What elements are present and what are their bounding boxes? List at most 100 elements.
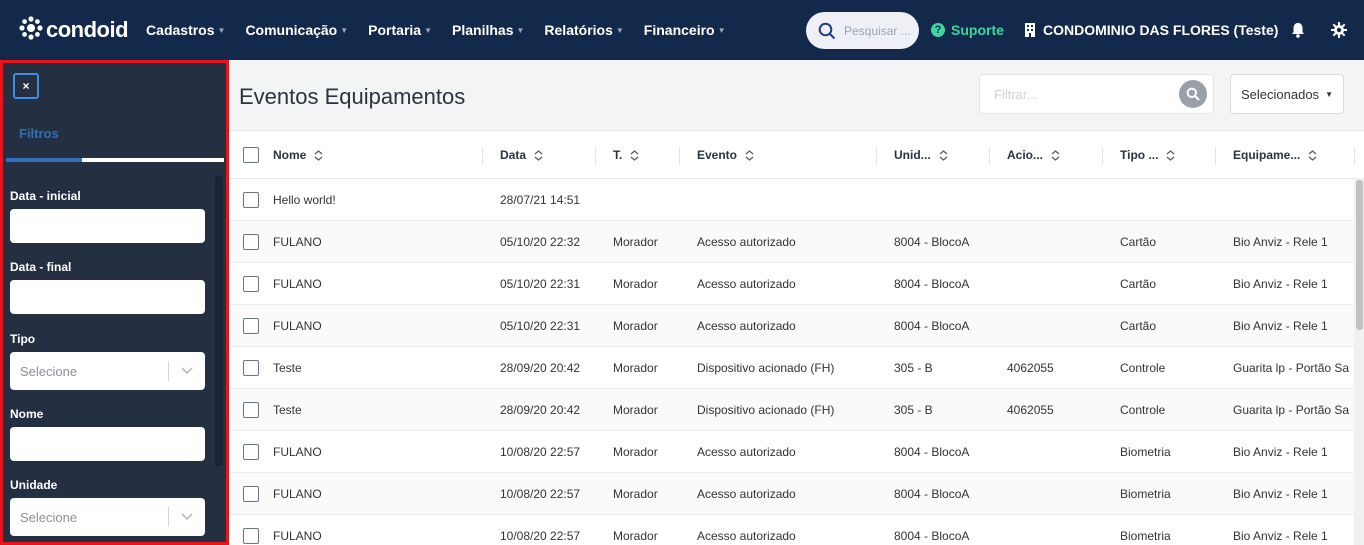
table-row[interactable]: FULANO 05/10/20 22:31 Morador Acesso autori… bbox=[229, 263, 1364, 305]
sort-icon bbox=[1308, 149, 1317, 161]
row-checkbox[interactable] bbox=[243, 444, 259, 460]
table-cell: Hello world! bbox=[273, 193, 336, 207]
table-row[interactable]: Hello world! 28/07/21 14:51 bbox=[229, 179, 1364, 221]
condo-selector[interactable]: CONDOMINIO DAS FLORES (Teste) bbox=[1024, 22, 1278, 38]
column-header-equipamento[interactable]: Equipame... bbox=[1233, 148, 1317, 162]
select-all-checkbox[interactable] bbox=[243, 147, 259, 163]
logo[interactable]: condoid bbox=[18, 15, 129, 46]
table-cell: Bio Anviz - Rele 1 bbox=[1233, 487, 1328, 501]
table-cell: 8004 - BlocoA bbox=[894, 319, 970, 333]
table-row[interactable]: FULANO 05/10/20 22:32 Morador Acesso autori… bbox=[229, 221, 1364, 263]
table-cell: Acesso autorizado bbox=[697, 319, 796, 333]
help-icon: ? bbox=[931, 23, 945, 37]
table-cell: Morador bbox=[613, 403, 658, 417]
table-cell: Morador bbox=[613, 361, 658, 375]
column-divider bbox=[595, 147, 596, 165]
tab-filtros[interactable]: Filtros bbox=[19, 126, 59, 141]
table-cell: Morador bbox=[613, 277, 658, 291]
sort-icon bbox=[1166, 149, 1175, 161]
table-cell: Biometria bbox=[1120, 529, 1171, 543]
tab-divider bbox=[82, 158, 224, 162]
table-cell: 05/10/20 22:31 bbox=[500, 277, 581, 291]
table-cell: Cartão bbox=[1120, 277, 1157, 291]
table-row[interactable]: Teste 28/09/20 20:42 Morador Dispositivo ac… bbox=[229, 347, 1364, 389]
gear-icon[interactable] bbox=[1331, 22, 1347, 43]
global-search[interactable]: Pesquisar ... bbox=[806, 12, 919, 49]
nav-label: Relatórios bbox=[544, 22, 613, 38]
table-scrollbar-thumb[interactable] bbox=[1356, 180, 1363, 330]
nav-financeiro[interactable]: Financeiro ▼ bbox=[644, 22, 726, 38]
sort-icon bbox=[939, 149, 948, 161]
row-checkbox[interactable] bbox=[243, 486, 259, 502]
table-row[interactable]: FULANO 10/08/20 22:57 Morador Acesso autori… bbox=[229, 515, 1364, 545]
table-cell: 8004 - BlocoA bbox=[894, 445, 970, 459]
column-header-tipo-usuario[interactable]: T. bbox=[613, 148, 639, 162]
table-row[interactable]: Teste 28/09/20 20:42 Morador Dispositivo ac… bbox=[229, 389, 1364, 431]
active-tab-indicator bbox=[6, 158, 82, 162]
name-label: Nome bbox=[10, 407, 44, 421]
row-checkbox[interactable] bbox=[243, 234, 259, 250]
caret-down-icon: ▼ bbox=[1325, 89, 1333, 99]
bell-icon[interactable] bbox=[1291, 22, 1305, 43]
table-cell: Cartão bbox=[1120, 319, 1157, 333]
column-header-unidade[interactable]: Unid... bbox=[894, 148, 948, 162]
table-cell: 8004 - BlocoA bbox=[894, 235, 970, 249]
logo-text: condoid bbox=[46, 17, 129, 42]
building-icon bbox=[1024, 23, 1036, 37]
close-sidebar-button[interactable]: × bbox=[13, 73, 39, 99]
nav-cadastros[interactable]: Cadastros ▼ bbox=[146, 22, 225, 38]
column-header-acionamento[interactable]: Acio... bbox=[1007, 148, 1060, 162]
nav-portaria[interactable]: Portaria ▼ bbox=[368, 22, 432, 38]
table-cell: 05/10/20 22:32 bbox=[500, 235, 581, 249]
nav-comunicacao[interactable]: Comunicação ▼ bbox=[245, 22, 348, 38]
unit-select-placeholder: Selecione bbox=[20, 509, 78, 525]
top-navbar: condoid Cadastros ▼ Comunicação ▼ Portaria… bbox=[0, 0, 1364, 60]
table-cell: 10/08/20 22:57 bbox=[500, 529, 581, 543]
sort-icon bbox=[534, 149, 543, 161]
column-header-data[interactable]: Data bbox=[500, 148, 543, 162]
chevron-down-icon: ▼ bbox=[340, 25, 349, 35]
table-row[interactable]: FULANO 10/08/20 22:57 Morador Acesso autori… bbox=[229, 431, 1364, 473]
filter-placeholder: Filtrar... bbox=[994, 86, 1038, 102]
nav-planilhas[interactable]: Planilhas ▼ bbox=[452, 22, 524, 38]
column-header-nome[interactable]: Nome bbox=[273, 148, 323, 162]
column-header-tipo-acesso[interactable]: Tipo ... bbox=[1120, 148, 1175, 162]
table-cell: Bio Anviz - Rele 1 bbox=[1233, 445, 1328, 459]
row-checkbox[interactable] bbox=[243, 192, 259, 208]
row-checkbox[interactable] bbox=[243, 318, 259, 334]
nav-relatorios[interactable]: Relatórios ▼ bbox=[544, 22, 623, 38]
sort-icon bbox=[1051, 149, 1060, 161]
support-link[interactable]: ? Suporte bbox=[931, 22, 1004, 38]
row-checkbox[interactable] bbox=[243, 276, 259, 292]
column-divider bbox=[679, 147, 680, 165]
table-cell: 8004 - BlocoA bbox=[894, 487, 970, 501]
nav-label: Cadastros bbox=[146, 22, 215, 38]
table-cell: Guarita lp - Portão Sa bbox=[1233, 403, 1350, 417]
row-checkbox[interactable] bbox=[243, 528, 259, 544]
table-cell: Morador bbox=[613, 319, 658, 333]
condo-name: CONDOMINIO DAS FLORES (Teste) bbox=[1043, 22, 1279, 38]
table-row[interactable]: FULANO 05/10/20 22:31 Morador Acesso autori… bbox=[229, 305, 1364, 347]
selected-dropdown-button[interactable]: Selecionados ▼ bbox=[1230, 74, 1344, 114]
table-filter-input[interactable]: Filtrar... bbox=[979, 74, 1214, 114]
table-cell: Controle bbox=[1120, 361, 1166, 375]
table-row[interactable]: FULANO 10/08/20 22:57 Morador Acesso autori… bbox=[229, 473, 1364, 515]
sort-icon bbox=[314, 149, 323, 161]
sidebar-scrollbar[interactable] bbox=[215, 176, 223, 466]
table-cell: 4062055 bbox=[1007, 361, 1054, 375]
unit-select[interactable]: Selecione bbox=[10, 498, 205, 536]
table-cell: Bio Anviz - Rele 1 bbox=[1233, 277, 1328, 291]
row-checkbox[interactable] bbox=[243, 402, 259, 418]
row-checkbox[interactable] bbox=[243, 360, 259, 376]
logo-icon bbox=[18, 15, 44, 46]
nav-label: Planilhas bbox=[452, 22, 514, 38]
type-select[interactable]: Selecione bbox=[10, 352, 205, 390]
table-cell: Dispositivo acionado (FH) bbox=[697, 361, 835, 375]
column-divider bbox=[1215, 147, 1216, 165]
name-input[interactable] bbox=[10, 427, 205, 461]
column-header-evento[interactable]: Evento bbox=[697, 148, 754, 162]
date-start-input[interactable] bbox=[10, 209, 205, 243]
table-cell: Bio Anviz - Rele 1 bbox=[1233, 319, 1328, 333]
search-icon[interactable] bbox=[1179, 80, 1207, 108]
date-end-input[interactable] bbox=[10, 280, 205, 314]
